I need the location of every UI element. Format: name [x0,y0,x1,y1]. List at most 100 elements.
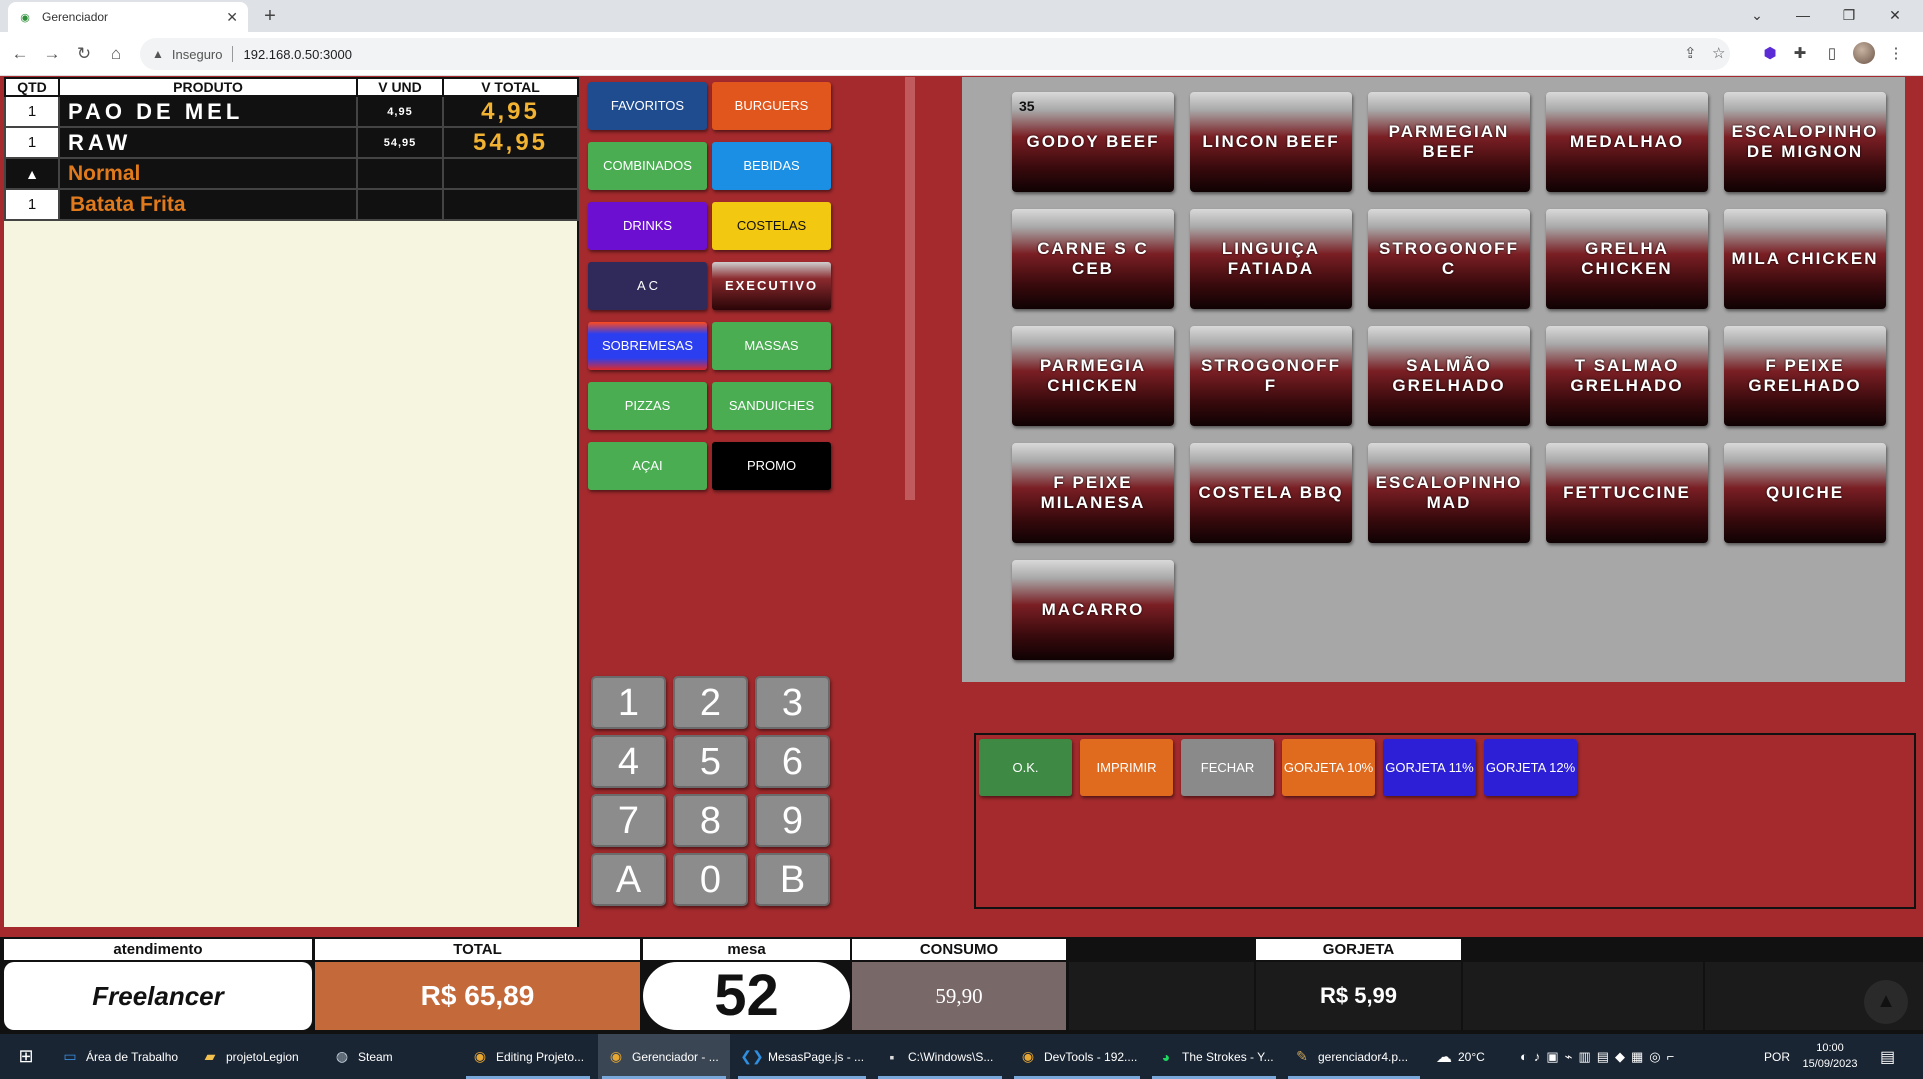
product-button[interactable]: CARNE S C CEB [1012,209,1174,309]
back-icon[interactable]: ← [8,42,32,66]
system-tray-icons[interactable]: ◐♪▣⌁▥▤◆▦◎⌐ [1520,1034,1680,1079]
chrome-icon: ◉ [1021,1048,1035,1064]
taskbar-item[interactable]: ◉ Editing Projeto... [462,1034,594,1079]
atendimento-value[interactable]: Freelancer [4,962,312,1030]
home-icon[interactable]: ⌂ [104,42,128,66]
product-button[interactable]: QUICHE [1724,443,1886,543]
category-button-favoritos[interactable]: FAVORITOS [588,82,707,130]
product-button[interactable]: STROGONOFF C [1368,209,1530,309]
category-button-combinados[interactable]: COMBINADOS [588,142,707,190]
numpad-key-b[interactable]: B [755,853,830,906]
side-panel-icon[interactable]: ▯ [1820,42,1844,66]
taskbar-item[interactable]: ◍ Steam [324,1034,458,1079]
numpad-key-1[interactable]: 1 [591,676,666,729]
action-button-imprimir[interactable]: IMPRIMIR [1080,739,1173,796]
browser-menu-icon[interactable]: ⋮ [1884,42,1908,66]
product-button[interactable]: PARMEGIA CHICKEN [1012,326,1174,426]
product-button[interactable]: COSTELA BBQ [1190,443,1352,543]
windows-start-icon[interactable]: ⊞ [4,1034,48,1079]
product-button[interactable]: F PEIXE GRELHADO [1724,326,1886,426]
taskbar-item[interactable]: ✎ gerenciador4.p... [1284,1034,1424,1079]
taskbar-item[interactable]: ◉ Gerenciador - ... [598,1034,730,1079]
numpad-key-5[interactable]: 5 [673,735,748,788]
extensions-puzzle-icon[interactable]: ✚ [1788,42,1812,66]
category-button-sanduiches[interactable]: SANDUICHES [712,382,831,430]
product-button[interactable]: MEDALHAO [1546,92,1708,192]
numpad-key-0[interactable]: 0 [673,853,748,906]
product-button[interactable]: LINGUIÇA FATIADA [1190,209,1352,309]
action-button-fechar[interactable]: FECHAR [1181,739,1274,796]
language-indicator[interactable]: POR [1764,1034,1790,1079]
category-button-açai[interactable]: AÇAI [588,442,707,490]
numpad-key-8[interactable]: 8 [673,794,748,847]
taskbar-item[interactable]: ▭ Área de Trabalho [52,1034,188,1079]
product-button[interactable]: SALMÃO GRELHADO [1368,326,1530,426]
product-button[interactable]: T SALMAO GRELHADO [1546,326,1708,426]
category-button-massas[interactable]: MASSAS [712,322,831,370]
product-button[interactable]: PARMEGIAN BEEF [1368,92,1530,192]
weather-widget[interactable]: ☁ 20°C [1436,1034,1485,1079]
warning-icon: ▲ [152,47,164,61]
clock-date: 15/09/2023 [1802,1058,1858,1070]
action-button-gorjeta-10[interactable]: GORJETA 10% [1282,739,1375,796]
notifications-icon[interactable]: ▤ [1880,1034,1895,1079]
taskbar-item[interactable]: ❮❯ MesasPage.js - ... [734,1034,870,1079]
bookmark-star-icon[interactable]: ☆ [1712,44,1725,62]
category-button-executivo[interactable]: EXECUTIVO [712,262,831,310]
product-button[interactable]: MACARRO [1012,560,1174,660]
product-button[interactable]: ESCALOPINHO DE MIGNON [1724,92,1886,192]
category-button-bebidas[interactable]: BEBIDAS [712,142,831,190]
product-button[interactable]: STROGONOFF F [1190,326,1352,426]
product-button[interactable]: MILA CHICKEN [1724,209,1886,309]
product-button[interactable]: FETTUCCINE [1546,443,1708,543]
product-button[interactable]: GRELHA CHICKEN [1546,209,1708,309]
forward-icon[interactable]: → [40,42,64,66]
category-button-sobremesas[interactable]: SOBREMESAS [588,322,707,370]
category-button-pizzas[interactable]: PIZZAS [588,382,707,430]
action-button-gorjeta-11[interactable]: GORJETA 11% [1383,739,1476,796]
numpad-key-3[interactable]: 3 [755,676,830,729]
action-button-gorjeta-12[interactable]: GORJETA 12% [1484,739,1577,796]
numpad-key-9[interactable]: 9 [755,794,830,847]
action-button-o-k[interactable]: O.K. [979,739,1072,796]
sub-item-row[interactable]: 1 Batata Frita [4,188,579,221]
omnibox[interactable]: ▲ Inseguro 192.168.0.50:3000 ⇪ ☆ [140,38,1730,70]
close-tab-icon[interactable]: ✕ [226,9,238,26]
minimize-button[interactable]: — [1788,2,1818,28]
restore-button[interactable]: ❐ [1834,2,1864,28]
reload-icon[interactable]: ↻ [72,42,96,66]
tab-title: Gerenciador [42,10,109,24]
numpad-key-2[interactable]: 2 [673,676,748,729]
scroll-top-icon[interactable]: ▲ [1864,980,1908,1024]
category-button-costelas[interactable]: COSTELAS [712,202,831,250]
numpad-key-a[interactable]: A [591,853,666,906]
new-tab-button[interactable]: + [258,4,282,28]
category-button-a-c[interactable]: A C [588,262,707,310]
share-icon[interactable]: ⇪ [1684,44,1697,62]
browser-tab[interactable]: ◉ Gerenciador ✕ [8,2,248,32]
modifier-row[interactable]: ▲ Normal [4,157,579,190]
product-button[interactable]: LINCON BEEF [1190,92,1352,192]
collapse-arrow-icon[interactable]: ▲ [4,157,60,190]
category-button-promo[interactable]: PROMO [712,442,831,490]
category-button-burguers[interactable]: BURGUERS [712,82,831,130]
product-button[interactable]: F PEIXE MILANESA [1012,443,1174,543]
numpad-key-7[interactable]: 7 [591,794,666,847]
product-button[interactable]: GODOY BEEF [1012,92,1174,192]
table-row[interactable]: 1 PAO DE MEL 4,95 4,95 [4,95,579,128]
taskbar-item[interactable]: ◉ DevTools - 192.... [1010,1034,1144,1079]
mesa-value[interactable]: 52 [643,962,850,1030]
tab-search-icon[interactable]: ⌄ [1742,2,1772,28]
taskbar-item[interactable]: ▪ C:\Windows\S... [874,1034,1006,1079]
taskbar-item[interactable]: ▰ projetoLegion [192,1034,320,1079]
clock[interactable]: 10:00 15/09/2023 [1800,1040,1860,1072]
product-button[interactable]: ESCALOPINHO MAD [1368,443,1530,543]
extension-badge-icon[interactable]: ⬢ [1758,42,1782,66]
close-window-button[interactable]: ✕ [1880,2,1910,28]
table-row[interactable]: 1 RAW 54,95 54,95 [4,126,579,159]
numpad-key-6[interactable]: 6 [755,735,830,788]
profile-avatar[interactable] [1853,42,1875,64]
numpad-key-4[interactable]: 4 [591,735,666,788]
category-button-drinks[interactable]: DRINKS [588,202,707,250]
taskbar-item[interactable]: ◕ The Strokes - Y... [1148,1034,1280,1079]
